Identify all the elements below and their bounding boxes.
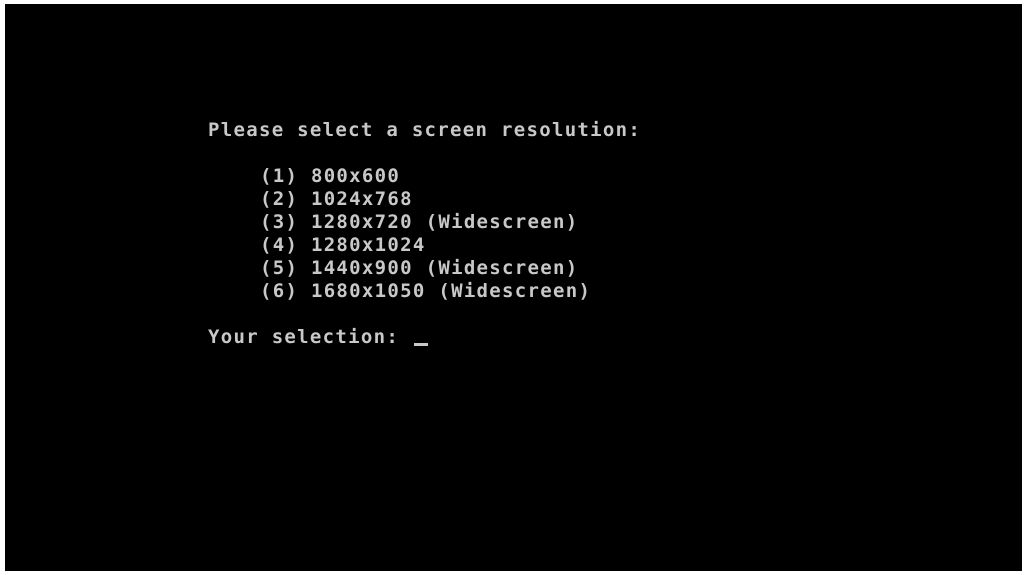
resolution-option-1024x768[interactable]: (2) 1024x768: [260, 188, 413, 211]
selection-line[interactable]: Your selection:: [208, 326, 428, 349]
console-screen: Please select a screen resolution: (1) 8…: [5, 4, 1022, 571]
resolution-option-800x600[interactable]: (1) 800x600: [260, 165, 400, 188]
resolution-prompt-title: Please select a screen resolution:: [208, 119, 642, 141]
text-cursor: [413, 343, 428, 346]
resolution-option-1280x720[interactable]: (3) 1280x720 (Widescreen): [260, 211, 578, 234]
resolution-option-1680x1050[interactable]: (6) 1680x1050 (Widescreen): [260, 280, 591, 303]
resolution-option-1440x900[interactable]: (5) 1440x900 (Widescreen): [260, 257, 578, 280]
resolution-option-1280x1024[interactable]: (4) 1280x1024: [260, 234, 426, 257]
selection-label: Your selection:: [208, 326, 400, 348]
